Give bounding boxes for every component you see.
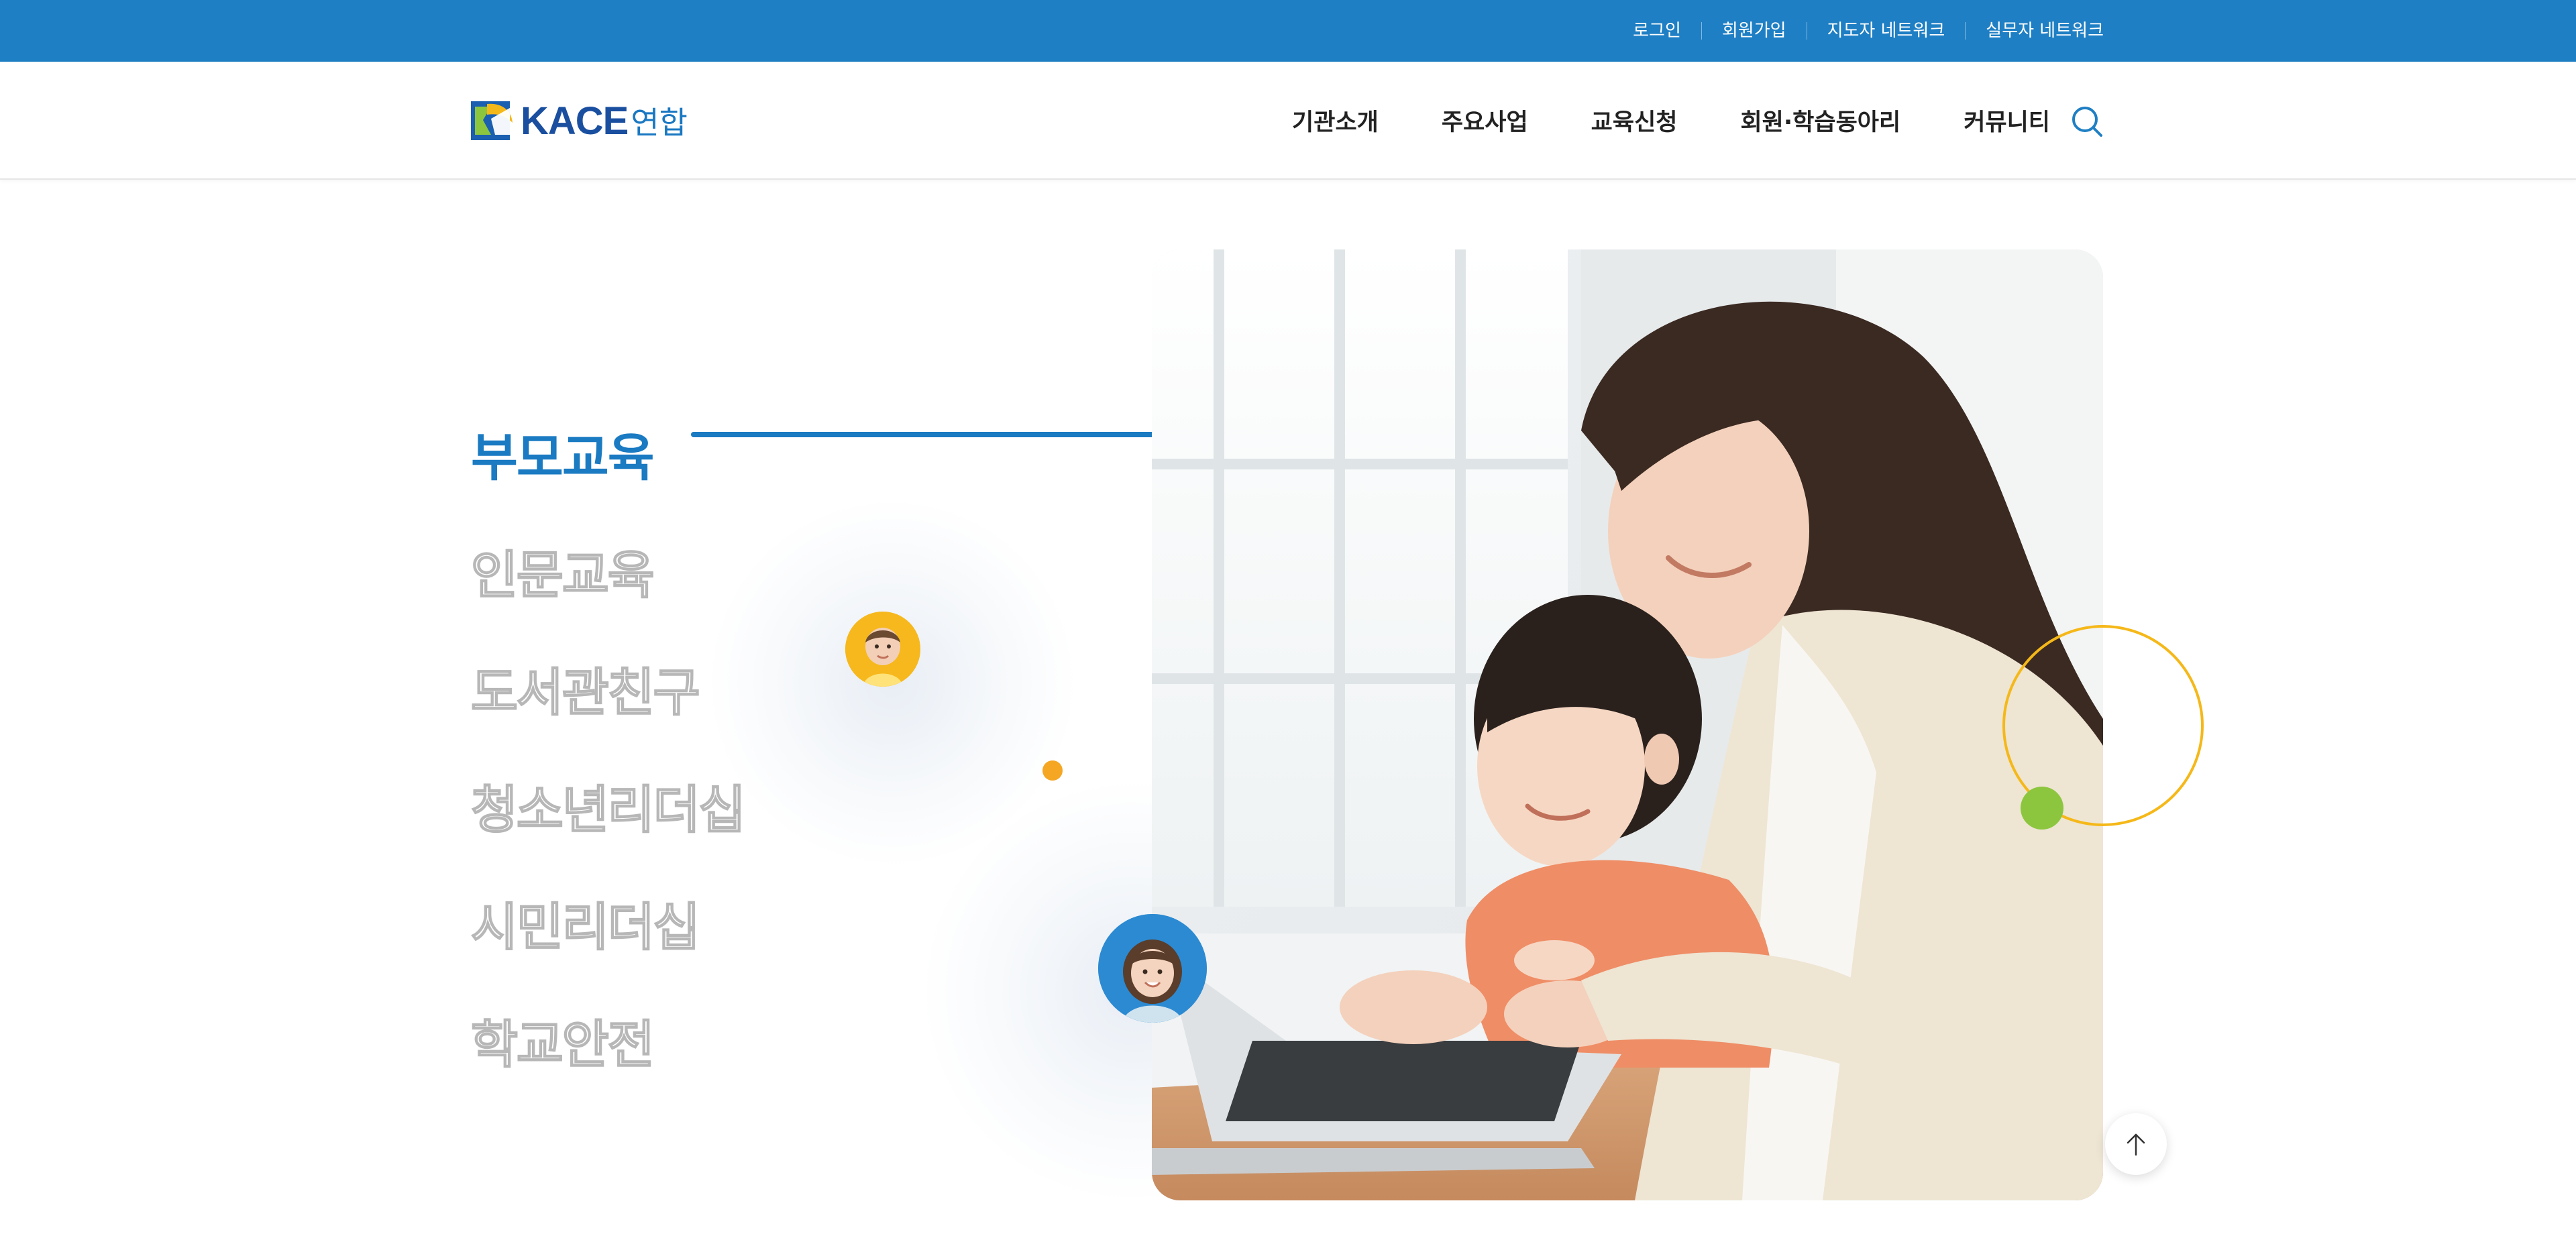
logo-text: KACE (521, 99, 629, 143)
search-button[interactable] (2070, 105, 2105, 139)
program-humanities[interactable]: 인문교육 (470, 512, 745, 629)
nav-item-apply[interactable]: 교육신청 (1591, 103, 1678, 137)
program-youth-leadership[interactable]: 청소년리더십 (470, 746, 747, 864)
orange-dot-decoration (1042, 760, 1063, 781)
program-library-friends[interactable]: 도서관친구 (470, 629, 745, 746)
staff-network-link[interactable]: 실무자 네트워크 (1966, 0, 2104, 62)
child-face-icon (845, 612, 920, 687)
signup-link[interactable]: 회원가입 (1702, 0, 1807, 62)
nav-item-about[interactable]: 기관소개 (1292, 103, 1379, 137)
logo-mark-icon (471, 101, 513, 140)
hero-section: 부모교육 인문교육 도서관친구 청소년리더십 시민리더십 학교안전 (0, 180, 2576, 1250)
child-avatar-1 (845, 612, 920, 687)
scroll-top-button[interactable] (2105, 1113, 2167, 1175)
utility-links: 로그인 회원가입 지도자 네트워크 실무자 네트워크 (1613, 0, 2104, 62)
mother-child-laptop-image (1152, 249, 2103, 1200)
green-dot-decoration (2021, 787, 2063, 830)
nav-item-membership[interactable]: 회원·학습동아리 (1740, 103, 1900, 137)
mentor-network-link[interactable]: 지도자 네트워크 (1807, 0, 1966, 62)
program-parent-education[interactable]: 부모교육 (471, 394, 745, 512)
site-header: KACE 연합 기관소개 주요사업 교육신청 회원·학습동아리 커뮤니티 (0, 62, 2576, 180)
logo-korean-text: 연합 (631, 105, 688, 141)
main-nav: 기관소개 주요사업 교육신청 회원·학습동아리 커뮤니티 (1292, 62, 2050, 178)
arrow-up-icon (2127, 1133, 2145, 1156)
login-link[interactable]: 로그인 (1613, 0, 1701, 62)
site-logo[interactable]: KACE 연합 (471, 97, 688, 145)
nav-item-community[interactable]: 커뮤니티 (1964, 103, 2050, 137)
child-face-icon (1098, 914, 1207, 1023)
child-avatar-2 (1098, 914, 1207, 1023)
program-menu: 부모교육 인문교육 도서관친구 청소년리더십 시민리더십 학교안전 (470, 394, 747, 1098)
search-icon (2072, 107, 2102, 137)
program-school-safety[interactable]: 학교안전 (470, 981, 745, 1098)
nav-item-projects[interactable]: 주요사업 (1442, 103, 1528, 137)
utility-bar: 로그인 회원가입 지도자 네트워크 실무자 네트워크 (0, 0, 2576, 62)
hero-photo (1152, 249, 2103, 1200)
program-citizen-leadership[interactable]: 시민리더십 (470, 864, 745, 981)
